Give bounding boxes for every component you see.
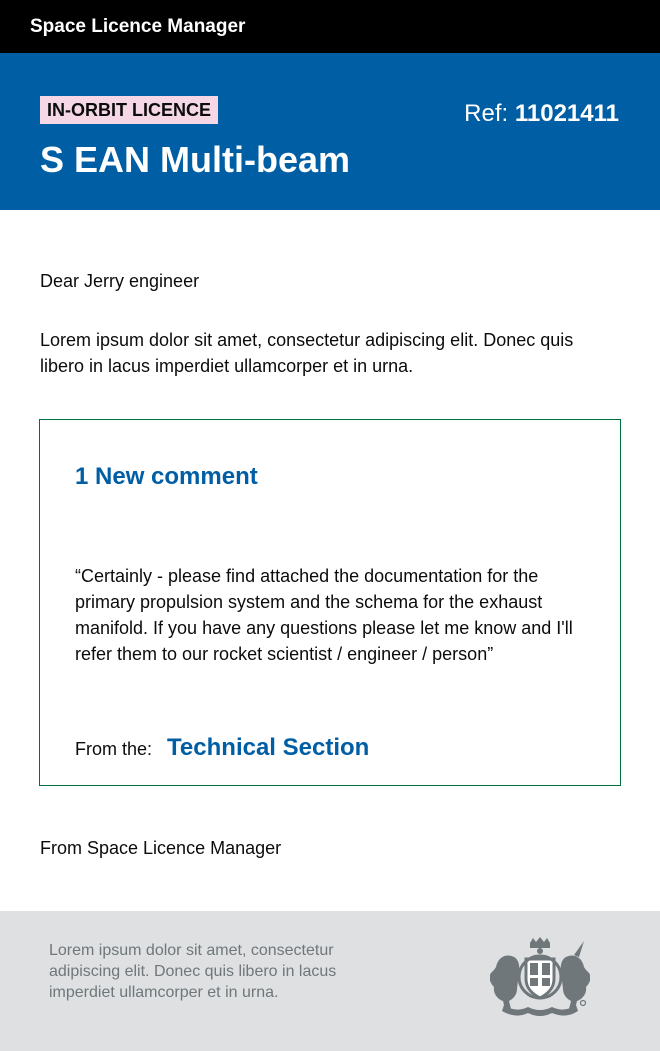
app-title[interactable]: Space Licence Manager [30, 16, 245, 38]
signoff: From Space Licence Manager [40, 838, 282, 858]
licence-title: S EAN Multi-beam [40, 139, 351, 180]
technical-section-link[interactable]: Technical Section [167, 734, 369, 761]
footer-text: Lorem ipsum dolor sit amet, consectetur … [49, 942, 337, 1001]
royal-coat-of-arms-icon [490, 937, 590, 1016]
footer: Lorem ipsum dolor sit amet, consectetur … [0, 911, 660, 1051]
comment-panel: 1 New comment “Certainly - please find a… [39, 419, 621, 786]
reference-number: 11021411 [514, 100, 619, 127]
licence-type-tag: IN-ORBIT LICENCE [40, 96, 218, 124]
intro-paragraph: Lorem ipsum dolor sit amet, consectetur … [40, 330, 574, 376]
from-label: From the: [75, 739, 153, 759]
comment-heading: 1 New comment [75, 463, 258, 490]
comment-source: From the: Technical Section [75, 733, 369, 764]
reference: Ref: 11021411 [464, 100, 619, 128]
top-bar: Space Licence Manager [0, 0, 660, 53]
reference-label: Ref: [464, 100, 509, 127]
greeting: Dear Jerry engineer [40, 271, 200, 291]
comment-text: “Certainly - please find attached the do… [75, 566, 573, 664]
hero-banner: IN-ORBIT LICENCE Ref: 11021411 S EAN Mul… [0, 53, 660, 210]
